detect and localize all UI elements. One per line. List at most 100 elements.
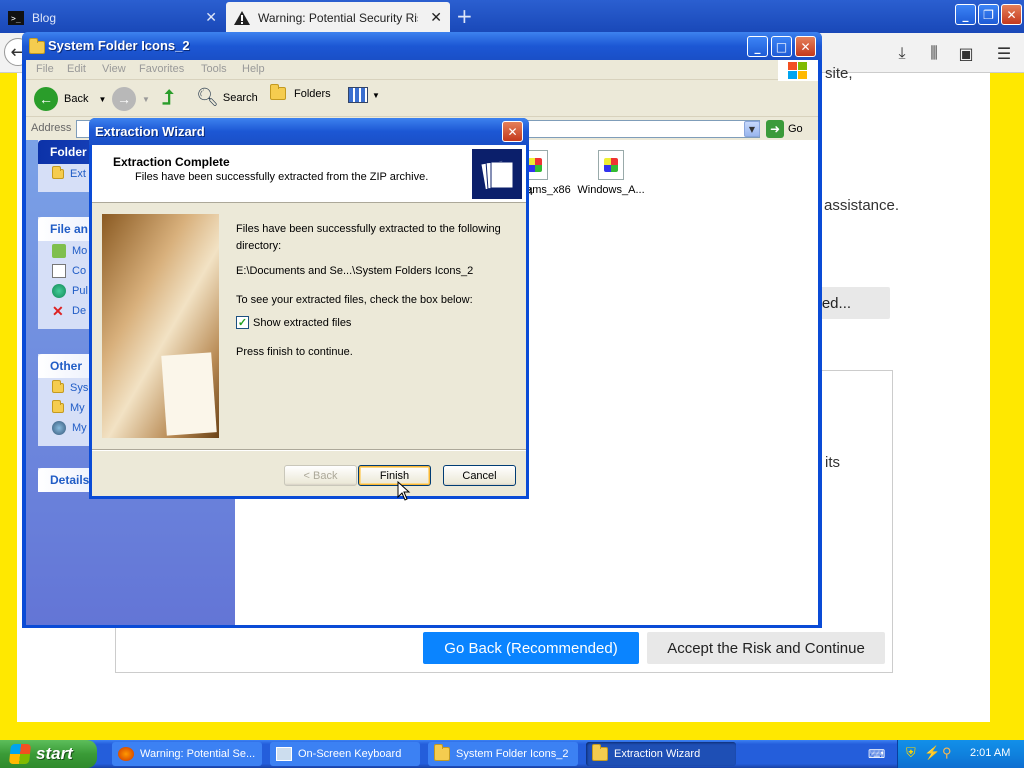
go-label: Go bbox=[788, 123, 803, 135]
instruction-text: To see your extracted files, check the b… bbox=[236, 294, 473, 306]
search-button[interactable]: 🔍︎ Search bbox=[196, 87, 258, 108]
dropdown-icon: ▼ bbox=[98, 94, 107, 104]
tab-security-warning[interactable]: Warning: Potential Security Risk Ahead ✕ bbox=[226, 2, 450, 33]
clock[interactable]: 2:01 AM bbox=[970, 747, 1010, 759]
accept-risk-button[interactable]: Accept the Risk and Continue bbox=[647, 632, 885, 664]
taskbar-item-keyboard[interactable]: On-Screen Keyboard bbox=[270, 742, 420, 766]
divider bbox=[92, 449, 526, 451]
close-button[interactable]: ✕ bbox=[795, 36, 816, 57]
forward-button[interactable]: → ▼ bbox=[112, 87, 150, 111]
browser-titlebar: >_ Blog ✕ Warning: Potential Security Ri… bbox=[0, 0, 1024, 33]
close-button[interactable]: ✕ bbox=[1001, 4, 1022, 25]
page-text-fragment: site, bbox=[825, 65, 853, 82]
tab-label: Warning: Potential Security Risk Ahead bbox=[258, 10, 418, 25]
windows-flag-icon bbox=[8, 744, 32, 764]
search-icon: 🔍︎ bbox=[196, 87, 219, 107]
sidebar-icon[interactable]: ▣ bbox=[956, 43, 976, 63]
file-icon bbox=[598, 150, 624, 180]
wizard-titlebar[interactable]: Extraction Wizard ✕ bbox=[89, 118, 529, 145]
minimize-button[interactable]: _ bbox=[747, 36, 768, 57]
maximize-button[interactable]: □ bbox=[771, 36, 792, 57]
move-icon bbox=[52, 244, 66, 258]
info-text: Files have been successfully extracted t… bbox=[236, 223, 501, 235]
up-arrow-icon: ⮥ bbox=[162, 87, 174, 109]
library-icon[interactable]: ⫼ bbox=[924, 43, 944, 63]
info-text: directory: bbox=[236, 240, 282, 252]
back-button[interactable]: ← Back ▼ bbox=[34, 87, 106, 111]
menu-tools[interactable]: Tools bbox=[201, 63, 227, 75]
search-label: Search bbox=[222, 91, 258, 104]
copy-icon bbox=[52, 264, 66, 278]
page-text-fragment: assistance. bbox=[824, 197, 900, 214]
taskbar-item-explorer[interactable]: System Folder Icons_2 bbox=[428, 742, 578, 766]
taskbar: start Warning: Potential Se... On-Screen… bbox=[0, 740, 1024, 768]
shield-icon[interactable]: ⛨ bbox=[906, 745, 916, 761]
close-tab-icon[interactable]: ✕ bbox=[205, 10, 217, 24]
taskbar-item-firefox[interactable]: Warning: Potential Se... bbox=[112, 742, 262, 766]
back-label: Back bbox=[64, 93, 89, 105]
up-folder-button[interactable]: ⮥ bbox=[162, 87, 174, 110]
menu-view[interactable]: View bbox=[102, 63, 126, 75]
tab-label: Blog bbox=[32, 10, 57, 25]
folders-button[interactable]: Folders bbox=[270, 84, 331, 100]
globe-icon bbox=[52, 284, 66, 298]
mouse-cursor-icon bbox=[397, 481, 411, 501]
header-title: Extraction Complete bbox=[113, 155, 230, 169]
zip-folder-icon bbox=[472, 149, 522, 199]
folders-label: Folders bbox=[294, 87, 331, 100]
file-item[interactable]: Windows_A... bbox=[573, 150, 649, 196]
folder-icon bbox=[434, 744, 450, 761]
go-button[interactable]: ➜ Go bbox=[766, 120, 803, 138]
finish-hint: Press finish to continue. bbox=[236, 346, 353, 358]
folder-icon bbox=[29, 38, 45, 54]
delete-icon: ✕ bbox=[52, 303, 64, 319]
start-button[interactable]: start bbox=[0, 740, 97, 768]
minimize-button[interactable]: _ bbox=[955, 4, 976, 25]
explorer-toolbar: ← Back ▼ → ▼ ⮥ 🔍︎ Search Folders ▼ bbox=[26, 81, 818, 117]
extraction-wizard-dialog: Extraction Wizard ✕ Extraction Complete … bbox=[89, 118, 529, 499]
download-icon[interactable]: ⤓ bbox=[892, 43, 912, 63]
close-tab-icon[interactable]: ✕ bbox=[430, 10, 442, 24]
folder-icon bbox=[52, 380, 64, 393]
dropdown-icon: ▼ bbox=[142, 94, 150, 104]
new-tab-button[interactable]: + bbox=[456, 6, 473, 26]
go-back-button[interactable]: Go Back (Recommended) bbox=[423, 632, 639, 664]
warning-icon bbox=[234, 10, 250, 26]
close-button[interactable]: ✕ bbox=[502, 121, 523, 142]
windows-logo-icon bbox=[778, 60, 818, 82]
menu-edit[interactable]: Edit bbox=[67, 63, 86, 75]
chevron-down-icon[interactable]: ▼ bbox=[744, 121, 760, 137]
keyboard-tray-icon[interactable]: ⌨ bbox=[868, 747, 885, 761]
search-tray-icon[interactable]: ⚲ bbox=[942, 745, 952, 761]
cancel-button[interactable]: Cancel bbox=[443, 465, 516, 486]
network-icon[interactable]: ⚡ bbox=[924, 745, 940, 761]
back-button[interactable]: < Back bbox=[284, 465, 357, 486]
checkmark-icon[interactable]: ✓ bbox=[236, 316, 249, 329]
folder-icon bbox=[52, 166, 64, 179]
menu-bar: File Edit View Favorites Tools Help bbox=[26, 60, 818, 82]
wizard-header: Extraction Complete Files have been succ… bbox=[92, 145, 526, 203]
menu-favorites[interactable]: Favorites bbox=[139, 63, 184, 75]
tab-blog[interactable]: >_ Blog ✕ bbox=[0, 2, 225, 33]
header-subtitle: Files have been successfully extracted f… bbox=[135, 171, 429, 183]
menu-file[interactable]: File bbox=[36, 63, 54, 75]
extract-path: E:\Documents and Se...\System Folders Ic… bbox=[236, 265, 474, 277]
restore-button[interactable]: ❐ bbox=[978, 4, 999, 25]
keyboard-icon bbox=[276, 747, 292, 761]
show-files-checkbox[interactable]: ✓ Show extracted files bbox=[236, 316, 351, 329]
terminal-icon: >_ bbox=[8, 10, 24, 26]
back-arrow-icon: ← bbox=[34, 87, 58, 111]
wizard-image bbox=[102, 214, 219, 438]
checkbox-label: Show extracted files bbox=[253, 316, 352, 329]
menu-help[interactable]: Help bbox=[242, 63, 265, 75]
zip-folder-icon bbox=[592, 744, 608, 761]
finish-button[interactable]: Finish bbox=[358, 465, 431, 486]
folders-icon bbox=[270, 84, 286, 100]
views-button[interactable]: ▼ bbox=[348, 87, 380, 103]
taskbar-item-wizard[interactable]: Extraction Wizard bbox=[586, 742, 736, 766]
svg-text:>_: >_ bbox=[11, 14, 21, 23]
wizard-body: Extraction Complete Files have been succ… bbox=[92, 145, 526, 496]
menu-icon[interactable]: ☰ bbox=[994, 43, 1014, 63]
explorer-titlebar[interactable]: System Folder Icons_2 _ □ ✕ bbox=[22, 32, 822, 60]
forward-arrow-icon: → bbox=[112, 87, 136, 111]
